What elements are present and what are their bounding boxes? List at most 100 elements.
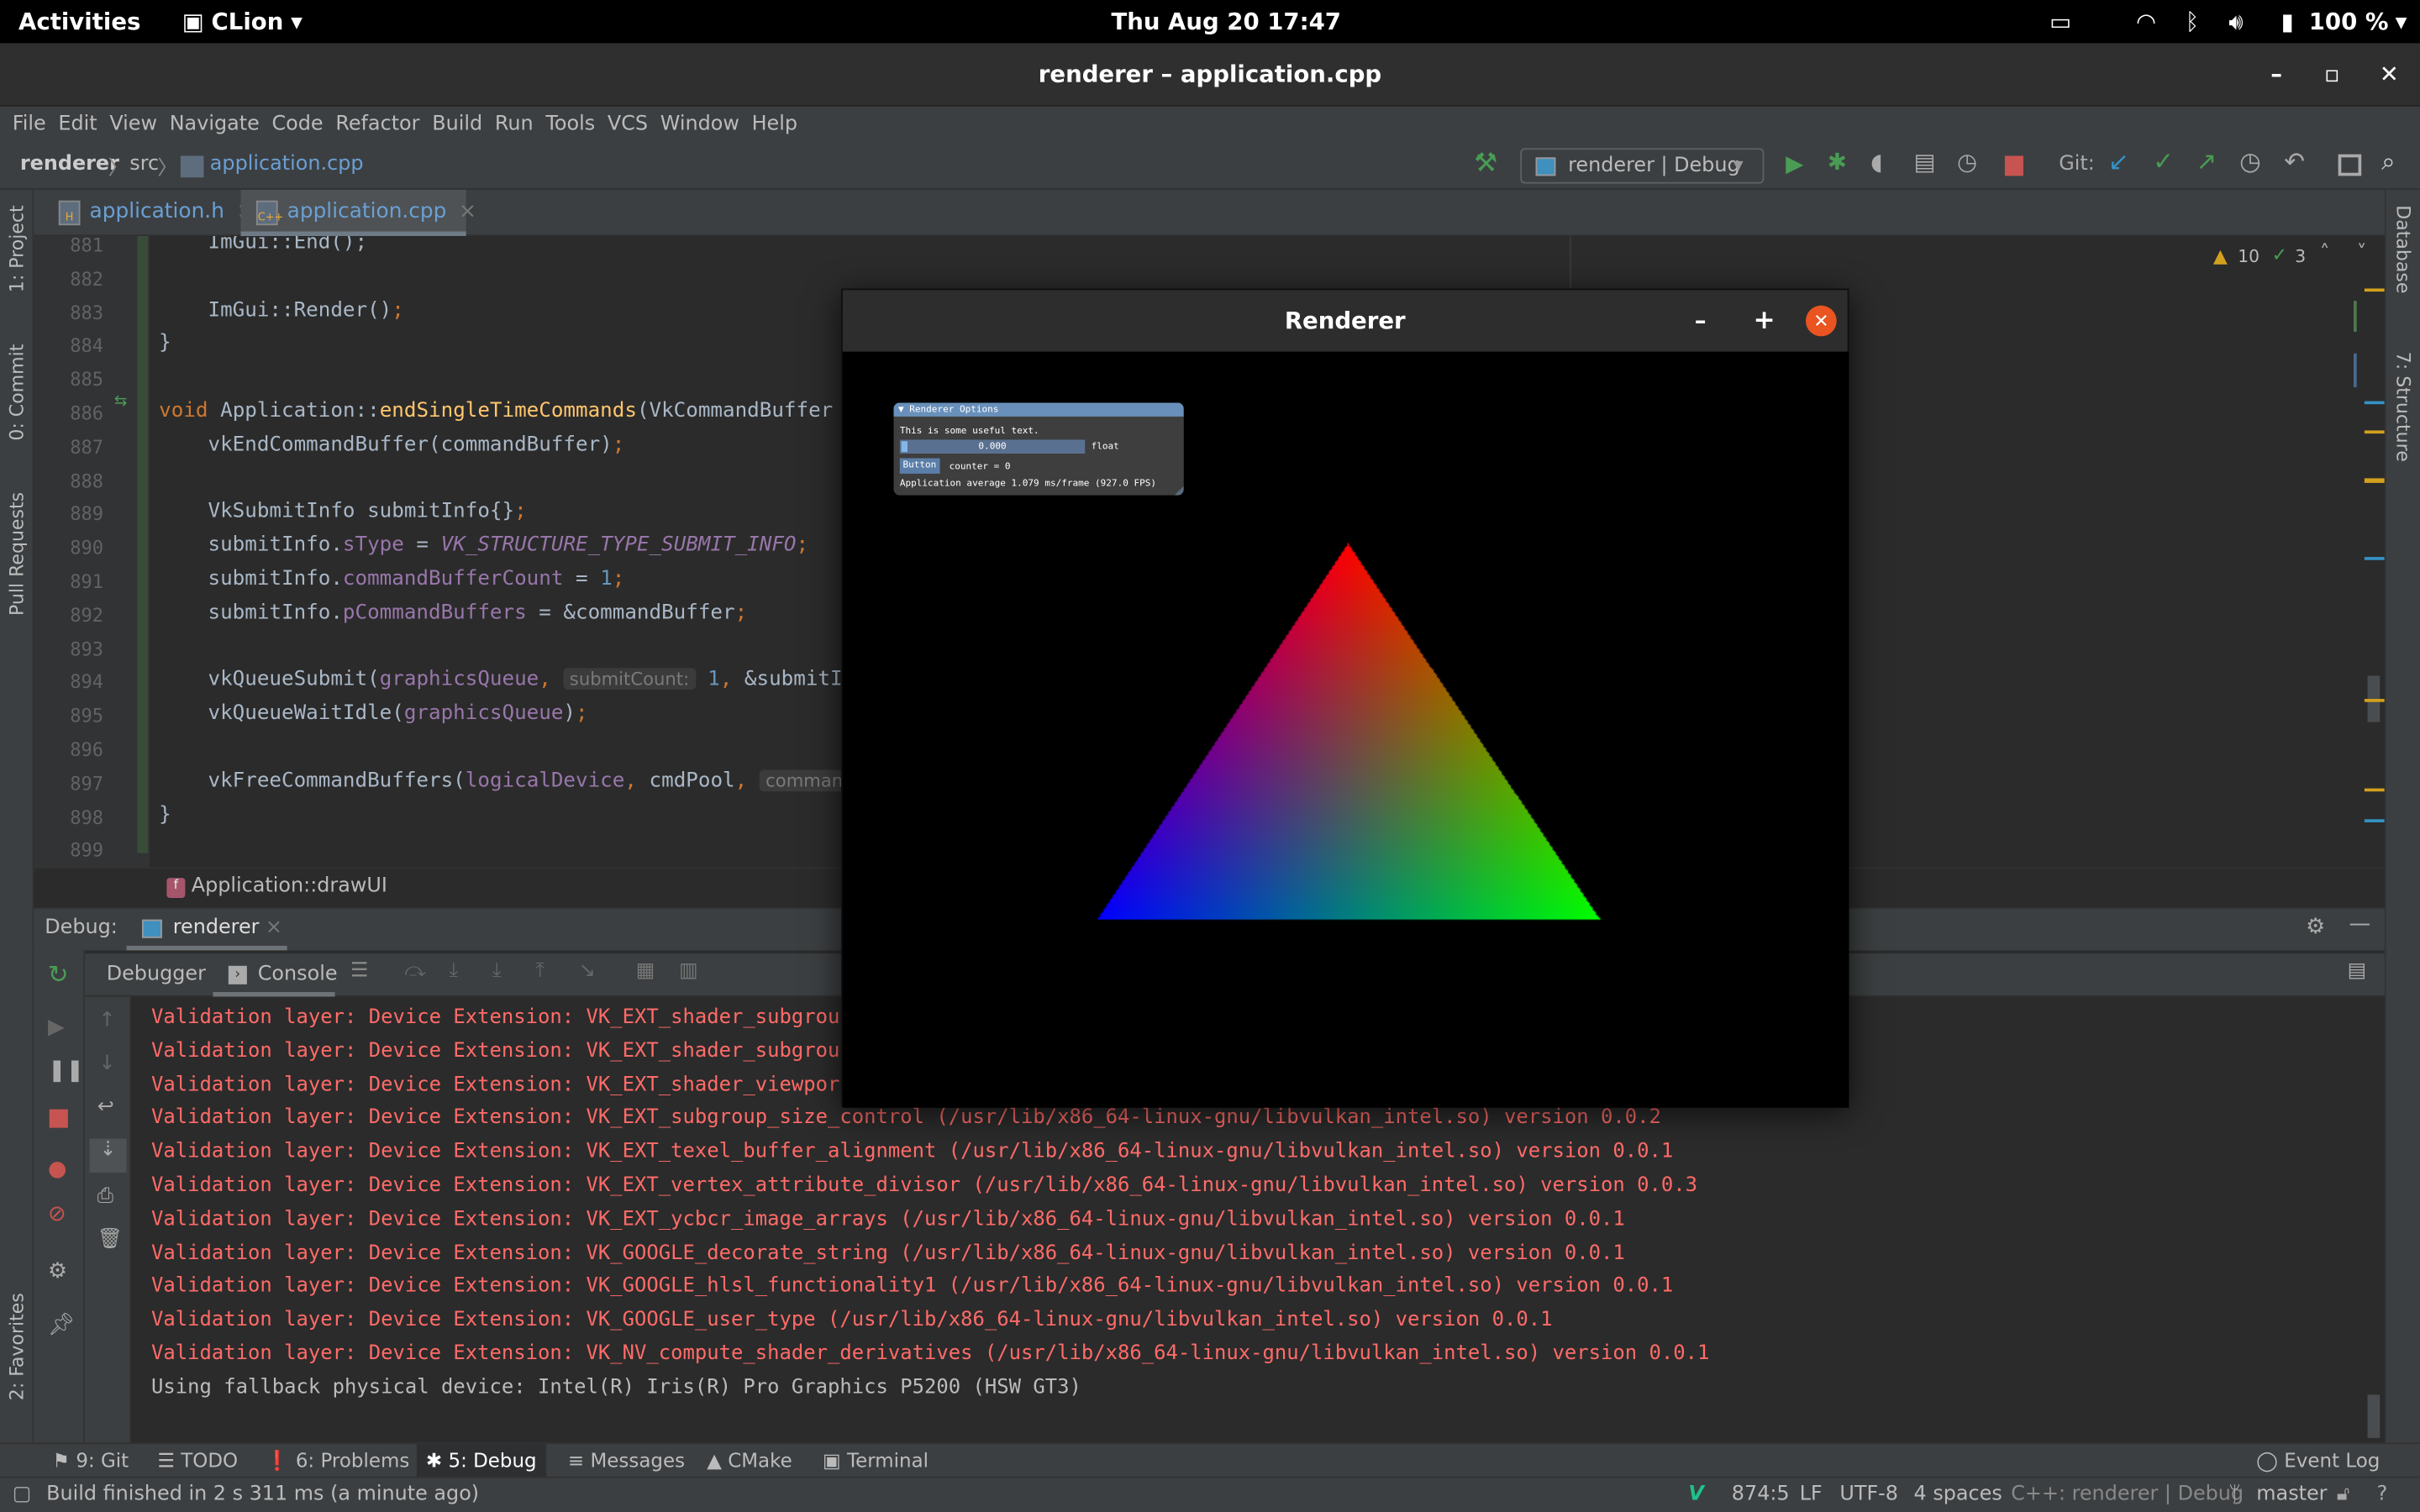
warning-icon[interactable]: ▲ [2213, 245, 2228, 267]
step-out-icon[interactable]: ⤒ [535, 959, 544, 983]
tool-tab-terminal[interactable]: ▣ Terminal [813, 1444, 938, 1478]
tool-tab-debug[interactable]: ✱ 5: Debug [416, 1444, 546, 1478]
event-log-button[interactable]: ◯ Event Log [2247, 1444, 2389, 1478]
imgui-header[interactable]: ▼ Renderer Options [893, 402, 1184, 417]
breadcrumb-function[interactable]: Application::drawUI [192, 874, 387, 898]
step-over-icon[interactable]: ⤼ [404, 959, 426, 983]
tool-tab-todo[interactable]: ☰ TODO [148, 1444, 247, 1478]
history-icon[interactable]: ◷ [2239, 146, 2261, 176]
threads-icon[interactable]: ☰ [350, 959, 368, 983]
print-icon[interactable]: ⎙ [97, 1185, 113, 1209]
run-with-coverage-icon[interactable]: ◖ [1870, 148, 1883, 176]
line-number[interactable]: 897 [52, 773, 103, 795]
menu-window[interactable]: Window [660, 107, 739, 142]
toggle-tool-windows-icon[interactable]: ▢ [13, 1483, 32, 1506]
database-tool-button[interactable]: Database [2392, 205, 2414, 293]
resume-icon[interactable]: ▶ [48, 1016, 65, 1040]
scroll-to-end-icon[interactable]: ⇣ [89, 1138, 127, 1173]
tab-debugger[interactable]: Debugger [107, 963, 206, 986]
hide-panel-icon[interactable]: — [2349, 912, 2371, 937]
menu-help[interactable]: Help [752, 107, 797, 142]
display-icon[interactable]: ▭ [2049, 8, 2071, 35]
attach-profiler-icon[interactable]: ◷ [1957, 148, 1977, 176]
maximize-button[interactable]: ▫ [2309, 43, 2355, 106]
menu-build[interactable]: Build [432, 107, 482, 142]
project-tool-button[interactable]: 1: Project [6, 205, 28, 292]
tool-tab-git[interactable]: ⚑ 9: Git [43, 1444, 138, 1478]
tab-console[interactable]: › Console [213, 953, 338, 997]
line-separator[interactable]: LF [1800, 1483, 1823, 1506]
valgrind-logo-icon[interactable]: V [1688, 1483, 1703, 1506]
scroll-up-icon[interactable]: ↑ [99, 1009, 116, 1032]
imgui-float-slider[interactable]: 0.000 [899, 439, 1086, 454]
git-branch[interactable]: master [2256, 1483, 2327, 1506]
menu-code[interactable]: Code [271, 107, 323, 142]
line-number[interactable]: 899 [52, 840, 103, 862]
tab-application-cpp[interactable]: C++ application.cpp × [240, 189, 476, 237]
search-icon[interactable]: ⌕ [2381, 146, 2395, 177]
breadcrumb-file[interactable]: application.cpp [210, 153, 364, 176]
close-tab-icon[interactable]: × [459, 199, 476, 223]
line-number[interactable]: 894 [52, 672, 103, 694]
menu-tools[interactable]: Tools [545, 107, 595, 142]
close-session-icon[interactable]: × [266, 916, 282, 940]
menu-view[interactable]: View [109, 107, 157, 142]
renderer-window[interactable]: Renderer – + ✕ ▼ Renderer Options This i… [841, 288, 1849, 1108]
menu-refactor[interactable]: Refactor [335, 107, 419, 142]
run-to-cursor-icon[interactable]: ↘ [579, 959, 596, 983]
line-number[interactable]: 882 [52, 268, 103, 290]
settings-gear-icon[interactable]: ⚙ [48, 1259, 67, 1284]
git-push-icon[interactable]: ↗ [2196, 146, 2217, 176]
resize-grip[interactable] [1174, 486, 1184, 496]
line-number[interactable]: 885 [52, 369, 103, 391]
soft-wrap-icon[interactable]: ↩ [97, 1095, 114, 1119]
line-number[interactable]: 895 [52, 706, 103, 727]
console-scrollbar-thumb[interactable] [2367, 1394, 2381, 1438]
git-update-icon[interactable]: ↙ [2108, 146, 2129, 176]
override-gutter-icon[interactable]: ⇆ [114, 393, 127, 410]
next-highlight-icon[interactable]: ˅ [2357, 242, 2367, 265]
breadcrumb-project[interactable]: renderer [20, 153, 119, 176]
menu-run[interactable]: Run [495, 107, 534, 142]
line-number[interactable]: 881 [52, 236, 103, 256]
previous-highlight-icon[interactable]: ˄ [2320, 242, 2330, 265]
breadcrumb-src[interactable]: src [129, 153, 159, 176]
pin-tab-icon[interactable]: 📌︎ [48, 1313, 76, 1337]
minimize-button[interactable]: – [2254, 43, 2300, 106]
pull-requests-tool-button[interactable]: Pull Requests [6, 492, 28, 616]
line-number[interactable]: 898 [52, 806, 103, 828]
memory-view-icon[interactable]: ▥ [679, 959, 698, 983]
menu-navigate[interactable]: Navigate [170, 107, 260, 142]
favorites-tool-button[interactable]: 2: Favorites [6, 1293, 28, 1400]
clock[interactable]: Thu Aug 20 17:47 [1111, 8, 1341, 35]
git-commit-icon[interactable]: ✓ [2153, 146, 2174, 176]
line-number[interactable]: 883 [52, 302, 103, 323]
line-number[interactable]: 889 [52, 503, 103, 525]
mute-breakpoints-icon[interactable]: ⊘ [48, 1202, 66, 1226]
help-settings-icon[interactable]: ? [2377, 1483, 2388, 1506]
profile-icon[interactable]: ▤ [1914, 148, 1936, 176]
rerun-icon[interactable]: ↻ [48, 959, 69, 989]
tool-tab-messages[interactable]: ≡ Messages [559, 1444, 694, 1478]
activities-button[interactable]: Activities [18, 8, 140, 35]
caret-position[interactable]: 874:5 [1732, 1483, 1790, 1506]
step-into-icon[interactable]: ⤓ [449, 959, 458, 983]
stop-icon[interactable] [49, 1109, 68, 1128]
tool-tab-problems[interactable]: ❗ 6: Problems [256, 1444, 418, 1478]
tool-tab-cmake[interactable]: ▲ CMake [697, 1444, 802, 1478]
line-number[interactable]: 888 [52, 470, 103, 491]
menu-vcs[interactable]: VCS [608, 107, 648, 142]
imgui-button[interactable]: Button [899, 458, 939, 474]
force-step-into-icon[interactable]: ⤓ [492, 959, 502, 983]
clear-all-icon[interactable]: 🗑︎ [97, 1228, 123, 1252]
renderer-maximize-button[interactable]: + [1754, 290, 1776, 351]
renderer-minimize-button[interactable]: – [1695, 290, 1707, 351]
status-message[interactable]: Build finished in 2 s 311 ms (a minute a… [46, 1483, 479, 1506]
stop-icon[interactable] [2004, 155, 2023, 176]
run-icon[interactable]: ▶ [1786, 150, 1803, 177]
evaluate-expression-icon[interactable]: ▦ [636, 959, 655, 983]
tab-application-h[interactable]: H application.h× [43, 190, 254, 236]
menu-file[interactable]: File [13, 107, 46, 142]
rollback-icon[interactable]: ↶ [2284, 146, 2305, 176]
pause-icon[interactable]: ❚❚ [48, 1058, 84, 1083]
